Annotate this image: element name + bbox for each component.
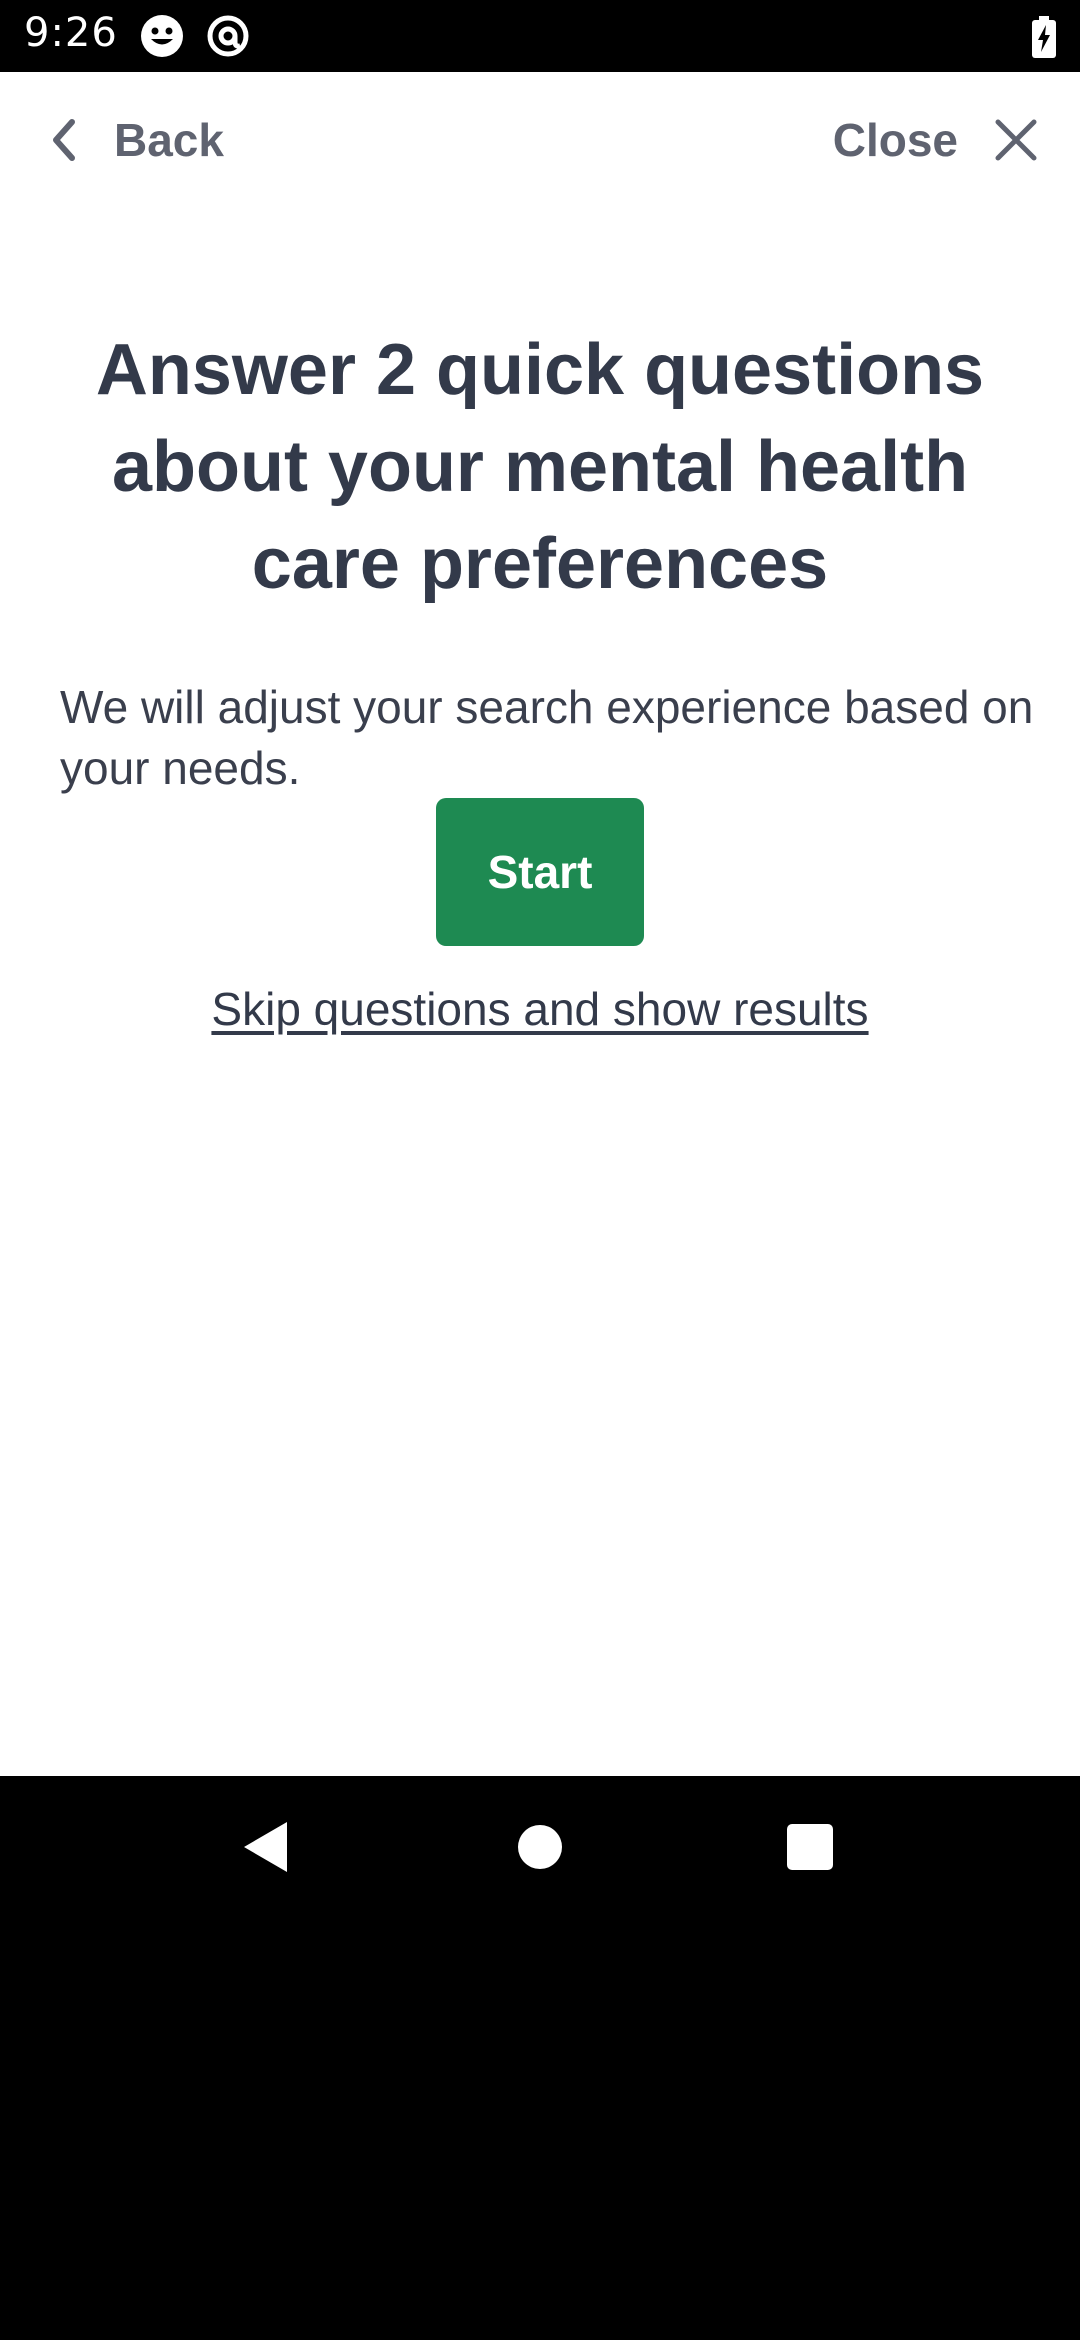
skip-questions-link[interactable]: Skip questions and show results [0,982,1080,1036]
status-bar: 9:26 [0,0,1080,72]
close-label: Close [832,114,958,166]
chevron-left-icon [53,119,75,161]
close-button[interactable]: Close [833,100,1040,180]
page-title: Answer 2 quick questions about your ment… [95,330,985,604]
bottom-black-area [0,1918,1080,2340]
back-button[interactable]: Back [44,100,224,180]
app-screen: Back Close Answer 2 quick questions abou… [0,72,1080,1776]
home-circle-icon[interactable] [505,1812,575,1882]
at-sign-icon [207,15,249,57]
back-triangle-icon[interactable] [232,1812,302,1882]
status-time: 9:26 [24,10,118,56]
back-label: Back [114,114,224,166]
top-navigation: Back Close [0,72,1080,202]
recents-square-icon[interactable] [775,1812,845,1882]
smiley-icon [141,15,183,57]
battery-charging-icon [1032,16,1056,58]
system-navigation-bar [0,1776,1080,1918]
start-button[interactable]: Start [436,798,644,946]
close-icon [995,119,1037,161]
description-text: We will adjust your search experience ba… [60,681,1034,794]
